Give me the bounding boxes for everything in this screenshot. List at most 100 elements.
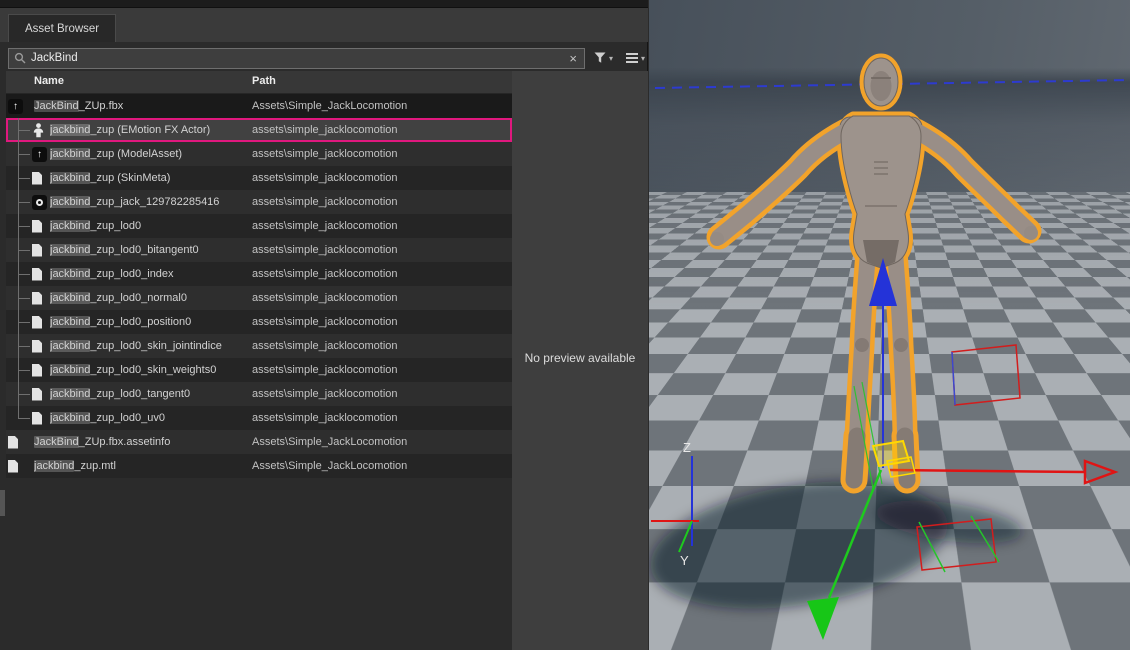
filter-button[interactable]: ▾ xyxy=(590,47,617,69)
tree-line xyxy=(18,166,19,178)
asset-row[interactable]: jackbind_zup_lod0_skin_jointindice asset… xyxy=(6,334,512,358)
tree-branch xyxy=(18,298,30,299)
asset-row[interactable]: jackbind_zup_lod0_normal0 assets\simple_… xyxy=(6,286,512,310)
asset-name: jackbind_zup (SkinMeta) xyxy=(50,166,264,190)
tree-line xyxy=(18,202,19,214)
asset-name: jackbind_zup_lod0_position0 xyxy=(50,310,264,334)
axis-label-y: Y xyxy=(680,553,689,568)
tree-line xyxy=(18,154,19,166)
preview-pane: No preview available xyxy=(512,71,648,650)
tree-line xyxy=(18,370,19,382)
asset-name: jackbind_zup_lod0 xyxy=(50,214,264,238)
axis-label-z: Z xyxy=(683,440,691,455)
tree-branch xyxy=(18,202,30,203)
asset-row[interactable]: jackbind_zup (SkinMeta) assets\simple_ja… xyxy=(6,166,512,190)
asset-path: assets\simple_jacklocomotion xyxy=(252,214,510,238)
tree-line xyxy=(18,226,19,238)
asset-path: assets\simple_jacklocomotion xyxy=(252,310,510,334)
filter-icon xyxy=(594,52,606,64)
menu-icon xyxy=(626,51,638,65)
asset-row[interactable]: JackBind_ZUp.fbx.assetinfo Assets\Simple… xyxy=(6,430,512,454)
asset-name: jackbind_zup.mtl xyxy=(34,454,248,478)
column-header-name[interactable]: Name xyxy=(34,75,64,87)
asset-name: jackbind_zup (ModelAsset) xyxy=(50,142,264,166)
column-header-path[interactable]: Path xyxy=(252,75,276,87)
search-input[interactable] xyxy=(26,52,567,64)
tree-branch xyxy=(18,154,30,155)
file-icon xyxy=(32,268,42,281)
asset-icon-slot xyxy=(8,430,18,454)
asset-row[interactable]: jackbind_zup_lod0 assets\simple_jackloco… xyxy=(6,214,512,238)
asset-row[interactable]: ↑ JackBind_ZUp.fbx Assets\Simple_JackLoc… xyxy=(6,94,512,118)
asset-path: assets\simple_jacklocomotion xyxy=(252,406,510,430)
asset-icon-slot xyxy=(32,166,42,190)
tree-line xyxy=(18,382,19,394)
asset-icon-slot xyxy=(32,238,42,262)
asset-row[interactable]: jackbind_zup_lod0_skin_weights0 assets\s… xyxy=(6,358,512,382)
asset-path: assets\simple_jacklocomotion xyxy=(252,166,510,190)
file-icon xyxy=(8,436,18,449)
asset-name: JackBind_ZUp.fbx xyxy=(34,94,248,118)
asset-name: jackbind_zup_lod0_skin_jointindice xyxy=(50,334,264,358)
tree-line xyxy=(18,394,19,406)
character-shadow xyxy=(649,462,1025,627)
asset-icon-slot: ↑ xyxy=(8,94,23,118)
view-options-button[interactable]: ▾ xyxy=(622,47,649,69)
collapsed-panel-handle[interactable] xyxy=(0,490,5,516)
file-icon xyxy=(32,292,42,305)
gizmo-y-cone[interactable] xyxy=(807,597,839,640)
search-toolbar: × ▾ ▾ xyxy=(8,47,644,69)
chevron-down-icon: ▾ xyxy=(609,54,613,63)
asset-row[interactable]: jackbind_zup_jack_129782285416 assets\si… xyxy=(6,190,512,214)
tree-line xyxy=(18,406,19,418)
gizmo-plane-handle-2[interactable] xyxy=(887,457,915,477)
asset-name: jackbind_zup_lod0_skin_weights0 xyxy=(50,358,264,382)
asset-row[interactable]: jackbind_zup_lod0_tangent0 assets\simple… xyxy=(6,382,512,406)
tab-asset-browser[interactable]: Asset Browser xyxy=(8,14,116,42)
asset-row[interactable]: jackbind_zup_lod0_bitangent0 assets\simp… xyxy=(6,238,512,262)
tree-line xyxy=(18,286,19,298)
search-box: × xyxy=(8,48,585,69)
file-icon xyxy=(32,388,42,401)
tree-branch xyxy=(18,322,30,323)
file-icon xyxy=(32,364,42,377)
asset-browser-panel: Asset Browser × ▾ ▾ xyxy=(0,0,648,650)
asset-icon-slot xyxy=(32,382,42,406)
asset-row[interactable]: jackbind_zup_lod0_position0 assets\simpl… xyxy=(6,310,512,334)
gizmo-x-arrowhead[interactable] xyxy=(1085,461,1115,483)
asset-row[interactable]: ↑ jackbind_zup (ModelAsset) assets\simpl… xyxy=(6,142,512,166)
asset-row[interactable]: jackbind_zup_lod0_uv0 assets\simple_jack… xyxy=(6,406,512,430)
tree-line xyxy=(18,298,19,310)
asset-row[interactable]: jackbind_zup_lod0_index assets\simple_ja… xyxy=(6,262,512,286)
tree-branch xyxy=(18,226,30,227)
asset-icon-slot xyxy=(32,286,42,310)
viewport-3d[interactable]: Z Y xyxy=(649,0,1130,650)
asset-row[interactable]: jackbind_zup (EMotion FX Actor) assets\s… xyxy=(6,118,512,142)
clear-search-icon[interactable]: × xyxy=(567,52,579,65)
asset-icon-slot xyxy=(32,262,42,286)
asset-path: assets\simple_jacklocomotion xyxy=(252,334,510,358)
asset-icon-slot xyxy=(32,214,42,238)
character-model[interactable] xyxy=(710,58,1038,480)
actor-icon xyxy=(32,123,45,138)
asset-icon-slot: ↑ xyxy=(32,142,47,166)
tree-branch xyxy=(18,130,30,131)
tree-line xyxy=(18,274,19,286)
tree-line xyxy=(18,358,19,370)
file-icon xyxy=(32,316,42,329)
tree-line xyxy=(18,322,19,334)
asset-icon-slot xyxy=(32,310,42,334)
asset-name: jackbind_zup (EMotion FX Actor) xyxy=(50,118,264,142)
search-icon xyxy=(14,52,26,64)
asset-icon-slot xyxy=(32,118,45,142)
tree-line xyxy=(18,310,19,322)
asset-name: jackbind_zup_lod0_uv0 xyxy=(50,406,264,430)
application-window: Asset Browser × ▾ ▾ xyxy=(0,0,1130,650)
file-icon xyxy=(32,220,42,233)
preview-message: No preview available xyxy=(525,351,636,365)
asset-row[interactable]: jackbind_zup.mtl Assets\Simple_JackLocom… xyxy=(6,454,512,478)
tree-branch xyxy=(18,346,30,347)
model-asset-icon: ↑ xyxy=(32,147,47,162)
tree-line xyxy=(18,190,19,202)
asset-path: Assets\Simple_JackLocomotion xyxy=(252,94,510,118)
